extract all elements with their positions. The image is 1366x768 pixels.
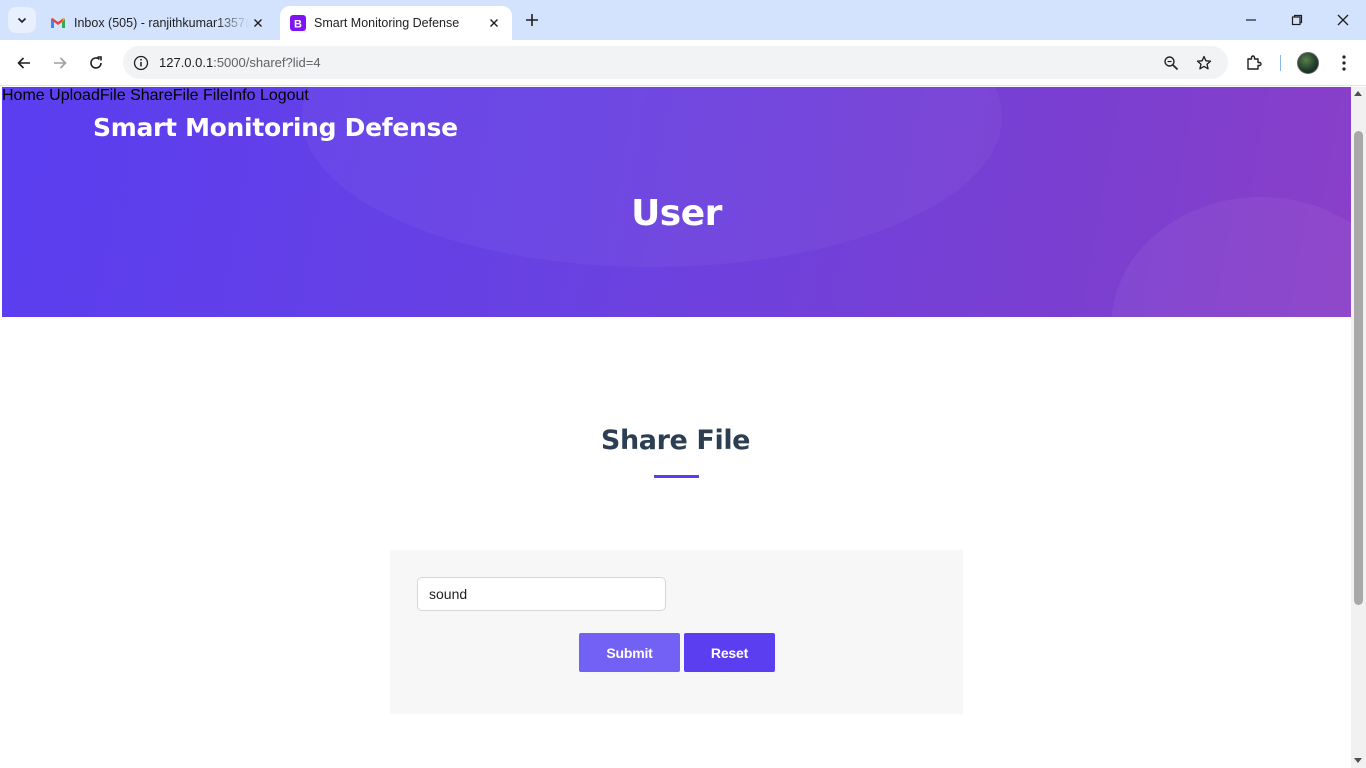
minimize-icon <box>1246 19 1256 21</box>
puzzle-icon <box>1247 55 1262 70</box>
close-tab-icon[interactable] <box>486 15 502 31</box>
site-info-icon[interactable] <box>128 50 153 75</box>
chevron-down-icon <box>17 17 27 24</box>
submit-button[interactable]: Submit <box>579 633 680 672</box>
browser-menu-button[interactable] <box>1329 48 1359 78</box>
browser-toolbar: 127.0.0.1:5000/sharef?lid=4 <box>0 40 1366 86</box>
more-vertical-icon <box>1342 55 1346 71</box>
reload-icon <box>90 56 102 69</box>
restore-button[interactable] <box>1274 0 1320 40</box>
url-host: 127.0.0.1 <box>159 55 214 70</box>
tab-smart-monitoring-defense[interactable]: B Smart Monitoring Defense <box>280 6 512 40</box>
close-window-button[interactable] <box>1320 0 1366 40</box>
tab-gmail-inbox[interactable]: Inbox (505) - ranjithkumar1357@gmail.com <box>40 6 276 40</box>
bootstrap-letter: B <box>294 18 302 30</box>
arrow-left-icon <box>17 57 30 69</box>
plus-icon <box>526 14 538 26</box>
page-scrollbar[interactable] <box>1351 87 1366 768</box>
hero-title: User <box>631 193 722 234</box>
extensions-button[interactable] <box>1239 48 1269 78</box>
arrow-right-icon <box>54 57 67 69</box>
nav-uploadfile[interactable]: UploadFile <box>49 87 125 104</box>
page-viewport: Smart Monitoring Defense Home UploadFile… <box>0 87 1351 768</box>
back-button[interactable] <box>8 47 40 79</box>
nav-sharefile[interactable]: ShareFile <box>130 87 198 104</box>
browser-tab-bar: Inbox (505) - ranjithkumar1357@gmail.com… <box>0 0 1366 40</box>
url-path: :5000/sharef?lid=4 <box>213 55 321 70</box>
address-bar[interactable]: 127.0.0.1:5000/sharef?lid=4 <box>123 46 1228 79</box>
gmail-icon <box>50 15 66 31</box>
minimize-button[interactable] <box>1228 0 1274 40</box>
reset-button[interactable]: Reset <box>684 633 775 672</box>
bookmark-star-icon[interactable] <box>1192 51 1216 75</box>
reload-button[interactable] <box>80 47 112 79</box>
share-file-input[interactable]: sound <box>417 577 666 611</box>
scroll-down-arrow-icon[interactable] <box>1354 758 1362 763</box>
restore-icon <box>1291 14 1303 26</box>
tab-search-button[interactable] <box>8 7 36 33</box>
forward-button[interactable] <box>44 47 76 79</box>
url-text[interactable]: 127.0.0.1:5000/sharef?lid=4 <box>159 55 321 70</box>
tab-title: Smart Monitoring Defense <box>314 16 460 30</box>
hero-header: Smart Monitoring Defense Home UploadFile… <box>2 87 1351 317</box>
nav-fileinfo[interactable]: FileInfo <box>203 87 255 104</box>
nav-home[interactable]: Home <box>2 87 45 104</box>
toolbar-divider <box>1280 55 1281 71</box>
zoom-icon[interactable] <box>1159 51 1183 75</box>
tab-title: Inbox (505) - ranjithkumar1357@gmail.com <box>74 16 250 30</box>
section-title: Share File <box>600 425 751 456</box>
new-tab-button[interactable] <box>520 9 544 31</box>
scroll-up-arrow-icon[interactable] <box>1354 91 1362 96</box>
close-icon <box>1337 14 1349 26</box>
section-title-underline <box>654 475 699 478</box>
share-file-form: sound Submit Reset <box>390 550 963 714</box>
site-brand[interactable]: Smart Monitoring Defense <box>93 113 458 142</box>
close-tab-icon[interactable] <box>250 15 266 31</box>
scrollbar-thumb[interactable] <box>1354 131 1363 605</box>
nav-logout[interactable]: Logout <box>260 87 309 104</box>
profile-avatar[interactable] <box>1297 52 1319 74</box>
bootstrap-icon: B <box>290 15 306 31</box>
